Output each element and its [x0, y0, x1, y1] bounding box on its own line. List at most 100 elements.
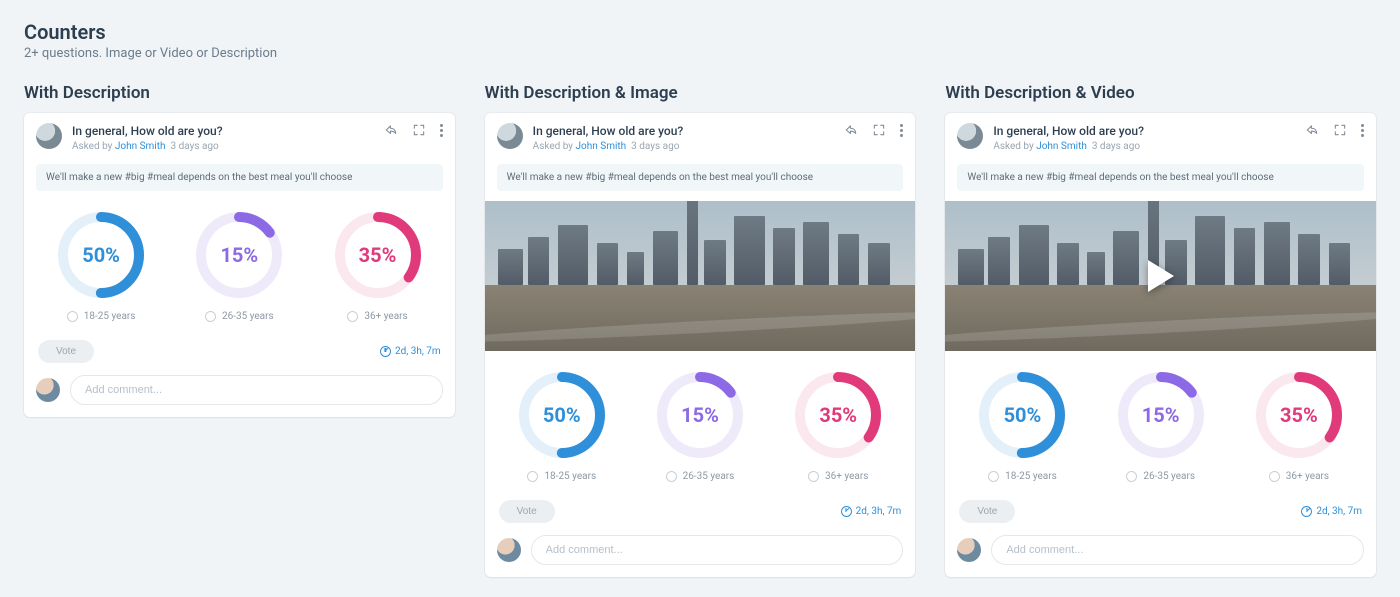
author-avatar[interactable]	[497, 123, 523, 149]
expand-icon[interactable]	[1333, 123, 1347, 137]
time-left: 2d, 3h, 7m	[1301, 506, 1362, 517]
asked-prefix: Asked by	[533, 141, 573, 152]
donut-chart: 35%	[1255, 371, 1343, 459]
vote-button[interactable]: Vote	[38, 340, 94, 363]
option-row[interactable]: 18-25 years	[527, 471, 596, 482]
radio-icon[interactable]	[808, 471, 819, 482]
option-row[interactable]: 26-35 years	[1126, 471, 1195, 482]
poll-description: We'll make a new #big #meal depends on t…	[957, 164, 1364, 191]
radio-icon[interactable]	[666, 471, 677, 482]
percent-label: 50%	[978, 371, 1066, 459]
share-icon[interactable]	[1305, 123, 1319, 137]
poll-option[interactable]: 35% 36+ years	[1230, 371, 1368, 482]
radio-icon[interactable]	[988, 471, 999, 482]
asked-time: 3 days ago	[631, 141, 679, 152]
radio-icon[interactable]	[347, 311, 358, 322]
clock-icon	[841, 506, 852, 517]
option-label: 36+ years	[825, 471, 868, 482]
option-row[interactable]: 36+ years	[808, 471, 868, 482]
commenter-avatar[interactable]	[497, 538, 521, 562]
option-row[interactable]: 18-25 years	[988, 471, 1057, 482]
poll-card: In general, How old are you? Asked by Jo…	[485, 113, 916, 577]
percent-label: 35%	[334, 211, 422, 299]
play-icon[interactable]	[1148, 260, 1174, 292]
share-icon[interactable]	[384, 123, 398, 137]
comment-input[interactable]	[991, 535, 1364, 565]
vote-button[interactable]: Vote	[499, 500, 555, 523]
expand-icon[interactable]	[412, 123, 426, 137]
percent-label: 50%	[518, 371, 606, 459]
poll-card: In general, How old are you? Asked by Jo…	[24, 113, 455, 417]
asked-prefix: Asked by	[993, 141, 1033, 152]
donut-chart: 50%	[518, 371, 606, 459]
option-row[interactable]: 36+ years	[347, 311, 407, 322]
option-label: 18-25 years	[544, 471, 596, 482]
radio-icon[interactable]	[1269, 471, 1280, 482]
time-left-text: 2d, 3h, 7m	[856, 506, 902, 517]
poll-image[interactable]	[485, 201, 916, 351]
poll-description: We'll make a new #big #meal depends on t…	[497, 164, 904, 191]
option-label: 36+ years	[1286, 471, 1329, 482]
radio-icon[interactable]	[205, 311, 216, 322]
option-label: 18-25 years	[1005, 471, 1057, 482]
radio-icon[interactable]	[67, 311, 78, 322]
option-row[interactable]: 26-35 years	[666, 471, 735, 482]
poll-option[interactable]: 15% 26-35 years	[631, 371, 769, 482]
section-title: With Description & Image	[485, 83, 916, 103]
more-icon[interactable]	[1361, 124, 1364, 137]
donut-chart: 15%	[195, 211, 283, 299]
author-avatar[interactable]	[36, 123, 62, 149]
poll-option[interactable]: 15% 26-35 years	[170, 211, 308, 322]
clock-icon	[380, 346, 391, 357]
time-left-text: 2d, 3h, 7m	[395, 346, 441, 357]
poll-counters: 50% 18-25 years 15% 26-35 years 35% 36+ years	[24, 191, 455, 328]
poll-option[interactable]: 50% 18-25 years	[953, 371, 1091, 482]
poll-option[interactable]: 50% 18-25 years	[32, 211, 170, 322]
percent-label: 50%	[57, 211, 145, 299]
poll-question: In general, How old are you?	[72, 123, 374, 140]
option-row[interactable]: 26-35 years	[205, 311, 274, 322]
option-label: 26-35 years	[222, 311, 274, 322]
option-label: 26-35 years	[683, 471, 735, 482]
radio-icon[interactable]	[1126, 471, 1137, 482]
donut-chart: 15%	[656, 371, 744, 459]
clock-icon	[1301, 506, 1312, 517]
percent-label: 35%	[1255, 371, 1343, 459]
donut-chart: 50%	[57, 211, 145, 299]
vote-button[interactable]: Vote	[959, 500, 1015, 523]
author-link[interactable]: John Smith	[1036, 141, 1087, 152]
poll-option[interactable]: 35% 36+ years	[308, 211, 446, 322]
comment-input[interactable]	[531, 535, 904, 565]
time-left: 2d, 3h, 7m	[380, 346, 441, 357]
expand-icon[interactable]	[872, 123, 886, 137]
donut-chart: 50%	[978, 371, 1066, 459]
option-label: 36+ years	[364, 311, 407, 322]
poll-option[interactable]: 15% 26-35 years	[1092, 371, 1230, 482]
author-avatar[interactable]	[957, 123, 983, 149]
poll-question: In general, How old are you?	[533, 123, 835, 140]
more-icon[interactable]	[900, 124, 903, 137]
donut-chart: 35%	[334, 211, 422, 299]
poll-counters: 50% 18-25 years 15% 26-35 years 35%36+ years	[485, 351, 916, 488]
author-link[interactable]: John Smith	[576, 141, 627, 152]
percent-label: 15%	[656, 371, 744, 459]
page-title: Counters	[24, 20, 1376, 44]
section-title: With Description & Video	[945, 83, 1376, 103]
more-icon[interactable]	[440, 124, 443, 137]
radio-icon[interactable]	[527, 471, 538, 482]
option-row[interactable]: 18-25 years	[67, 311, 136, 322]
poll-option[interactable]: 50% 18-25 years	[493, 371, 631, 482]
poll-question: In general, How old are you?	[993, 123, 1295, 140]
option-row[interactable]: 36+ years	[1269, 471, 1329, 482]
commenter-avatar[interactable]	[36, 378, 60, 402]
share-icon[interactable]	[844, 123, 858, 137]
author-link[interactable]: John Smith	[115, 141, 166, 152]
page-subtitle: 2+ questions. Image or Video or Descript…	[24, 46, 1376, 61]
option-label: 26-35 years	[1143, 471, 1195, 482]
percent-label: 15%	[1117, 371, 1205, 459]
time-left: 2d, 3h, 7m	[841, 506, 902, 517]
comment-input[interactable]	[70, 375, 443, 405]
poll-video[interactable]	[945, 201, 1376, 351]
commenter-avatar[interactable]	[957, 538, 981, 562]
poll-option[interactable]: 35%36+ years	[769, 371, 907, 482]
